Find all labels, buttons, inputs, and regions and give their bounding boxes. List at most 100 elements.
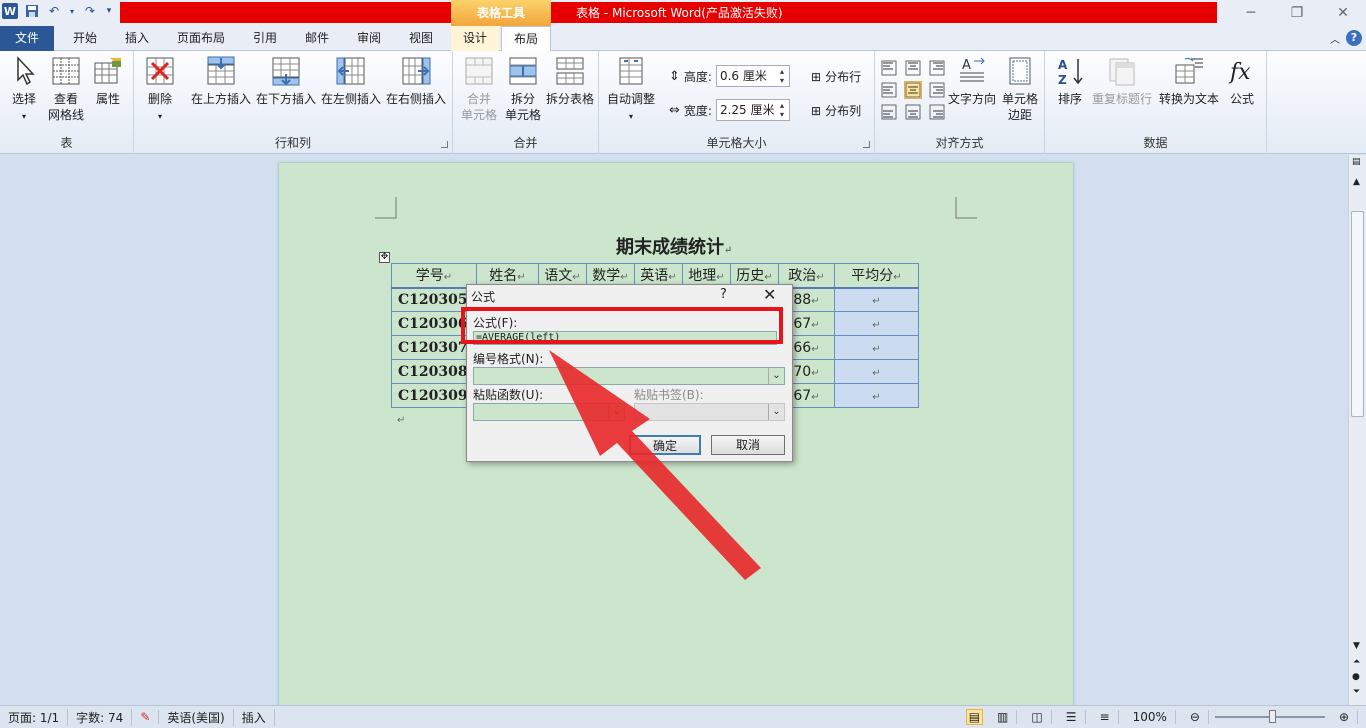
vertical-scrollbar[interactable]: ▤ ▲ ▼ ⏶ ● ⏷ xyxy=(1348,155,1366,705)
split-table-label: 拆分表格 xyxy=(545,92,594,106)
minimize-button[interactable]: ─ xyxy=(1228,0,1274,26)
average-cell[interactable]: ↵ xyxy=(833,287,919,312)
split-table-button[interactable]: 拆分表格 xyxy=(545,55,595,107)
paste-bookmark-select[interactable]: ⌄ xyxy=(634,403,785,421)
paste-function-select[interactable]: ⌄ xyxy=(473,403,625,421)
next-page-icon[interactable]: ⏷ xyxy=(1353,687,1360,697)
distribute-columns-button[interactable]: ⊞ 分布列 xyxy=(811,102,861,119)
save-icon[interactable] xyxy=(24,3,40,19)
repeat-header-rows-button[interactable]: 重复标题行 xyxy=(1091,55,1153,107)
zoom-slider[interactable] xyxy=(1214,710,1325,723)
full-screen-reading-icon[interactable]: ▥ xyxy=(989,710,1018,724)
tab-review[interactable]: 审阅 xyxy=(344,26,394,51)
header-cell[interactable]: 平均分↵ xyxy=(833,263,919,289)
insert-above-button[interactable]: 在上方插入 xyxy=(190,55,252,107)
align-top-right-icon[interactable] xyxy=(928,59,946,77)
restore-button[interactable]: ❐ xyxy=(1274,0,1320,26)
undo-icon[interactable]: ↶ xyxy=(46,3,62,19)
align-top-center-icon[interactable] xyxy=(904,59,922,77)
help-icon[interactable]: ? xyxy=(1346,30,1362,46)
table-move-handle-icon[interactable]: ✥ xyxy=(379,252,390,263)
tab-file[interactable]: 文件 xyxy=(0,26,54,51)
align-bottom-center-icon[interactable] xyxy=(904,103,922,121)
group-label-alignment: 对齐方式 xyxy=(935,136,984,150)
convert-to-text-button[interactable]: 转换为文本 xyxy=(1157,55,1221,107)
rows-columns-dialog-launcher-icon[interactable] xyxy=(441,141,448,148)
tab-layout[interactable]: 布局 xyxy=(501,26,551,52)
scroll-thumb[interactable] xyxy=(1351,211,1364,417)
sort-button[interactable]: AZ 排序 xyxy=(1053,55,1087,107)
print-layout-view-icon[interactable]: ▤ xyxy=(965,709,984,725)
align-middle-right-icon[interactable] xyxy=(928,81,946,99)
insert-right-icon xyxy=(402,57,431,85)
align-top-left-icon[interactable] xyxy=(880,59,898,77)
language-indicator[interactable]: 英语(美国) xyxy=(159,708,234,726)
scroll-up-icon[interactable]: ▲ xyxy=(1353,177,1360,187)
text-direction-button[interactable]: A 文字方向 xyxy=(946,55,998,107)
average-cell[interactable]: ↵ xyxy=(833,311,919,336)
cell-size-dialog-launcher-icon[interactable] xyxy=(863,141,870,148)
delete-button[interactable]: 删除 ▾ xyxy=(142,55,178,125)
collapse-ribbon-icon[interactable]: ︿ xyxy=(1330,31,1340,46)
tab-insert[interactable]: 插入 xyxy=(112,26,162,51)
tab-design[interactable]: 设计 xyxy=(451,26,499,51)
student-id-cell[interactable]: C120308↵ xyxy=(391,359,477,384)
tab-page-layout[interactable]: 页面布局 xyxy=(170,26,232,51)
dialog-help-button[interactable]: ? xyxy=(720,287,727,302)
previous-page-icon[interactable]: ⏶ xyxy=(1353,657,1360,667)
ok-button[interactable]: 确定 xyxy=(629,435,701,455)
browse-object-icon[interactable]: ● xyxy=(1352,672,1360,682)
header-cell[interactable]: 学号↵ xyxy=(391,263,477,289)
scroll-down-icon[interactable]: ▼ xyxy=(1353,641,1360,651)
cancel-button[interactable]: 取消 xyxy=(711,435,785,455)
word-app-icon[interactable]: W xyxy=(2,3,18,19)
width-label: 宽度: xyxy=(683,103,712,118)
view-gridlines-button[interactable]: 查看 网格线 xyxy=(46,55,86,123)
ruler-toggle-icon[interactable]: ▤ xyxy=(1352,157,1361,167)
close-window-button[interactable]: ✕ xyxy=(1320,0,1366,26)
insert-right-button[interactable]: 在右侧插入 xyxy=(385,55,447,107)
properties-button[interactable]: 属性 xyxy=(90,55,126,107)
zoom-slider-knob[interactable] xyxy=(1268,710,1276,723)
distribute-rows-button[interactable]: ⊞ 分布行 xyxy=(811,68,861,85)
average-cell[interactable]: ↵ xyxy=(833,359,919,384)
page-count[interactable]: 页面: 1/1 xyxy=(0,708,69,726)
tab-home[interactable]: 开始 xyxy=(60,26,110,51)
align-bottom-right-icon[interactable] xyxy=(928,103,946,121)
tab-view[interactable]: 视图 xyxy=(396,26,446,51)
redo-icon[interactable]: ↷ xyxy=(82,3,98,19)
merge-cells-button[interactable]: 合并 单元格 xyxy=(457,55,501,123)
web-layout-icon[interactable]: ◫ xyxy=(1023,710,1052,724)
draft-view-icon[interactable]: ≡ xyxy=(1092,710,1119,724)
align-bottom-left-icon[interactable] xyxy=(880,103,898,121)
tab-references[interactable]: 引用 xyxy=(240,26,290,51)
undo-dropdown-icon[interactable]: ▾ xyxy=(68,3,76,19)
zoom-level[interactable]: 100% xyxy=(1125,710,1176,724)
split-cells-button[interactable]: 拆分 单元格 xyxy=(501,55,545,123)
zoom-out-icon[interactable]: ⊖ xyxy=(1182,710,1209,724)
student-id-cell[interactable]: C120309↵ xyxy=(391,383,477,408)
average-cell[interactable]: ↵ xyxy=(833,335,919,360)
zoom-in-icon[interactable]: ⊕ xyxy=(1331,710,1358,724)
word-count[interactable]: 字数: 74 xyxy=(68,708,133,726)
insert-mode-indicator[interactable]: 插入 xyxy=(234,708,275,726)
autofit-button[interactable]: 自动调整 ▾ xyxy=(605,55,657,125)
insert-left-button[interactable]: 在左侧插入 xyxy=(320,55,382,107)
height-row: ⇕ 高度: 0.6 厘米 xyxy=(669,65,790,87)
align-middle-left-icon[interactable] xyxy=(880,81,898,99)
convert-to-text-icon xyxy=(1175,57,1203,84)
select-button[interactable]: 选择 ▾ xyxy=(6,55,42,125)
insert-below-button[interactable]: 在下方插入 xyxy=(255,55,317,107)
number-format-select[interactable]: ⌄ xyxy=(473,367,785,385)
proofing-icon[interactable]: ✎ xyxy=(132,710,160,724)
align-middle-center-icon[interactable] xyxy=(904,81,922,99)
tab-mailings[interactable]: 邮件 xyxy=(292,26,342,51)
dialog-close-icon[interactable]: ✕ xyxy=(763,285,776,304)
height-spinner[interactable]: 0.6 厘米 xyxy=(715,65,790,87)
width-spinner[interactable]: 2.25 厘米 xyxy=(715,99,790,121)
average-cell[interactable]: ↵ xyxy=(833,383,919,408)
customize-qat-icon[interactable]: ▾ xyxy=(104,3,114,19)
formula-button[interactable]: fx 公式 xyxy=(1225,55,1259,107)
cell-margins-button[interactable]: 单元格 边距 xyxy=(998,55,1042,123)
outline-view-icon[interactable]: ☰ xyxy=(1058,710,1086,724)
